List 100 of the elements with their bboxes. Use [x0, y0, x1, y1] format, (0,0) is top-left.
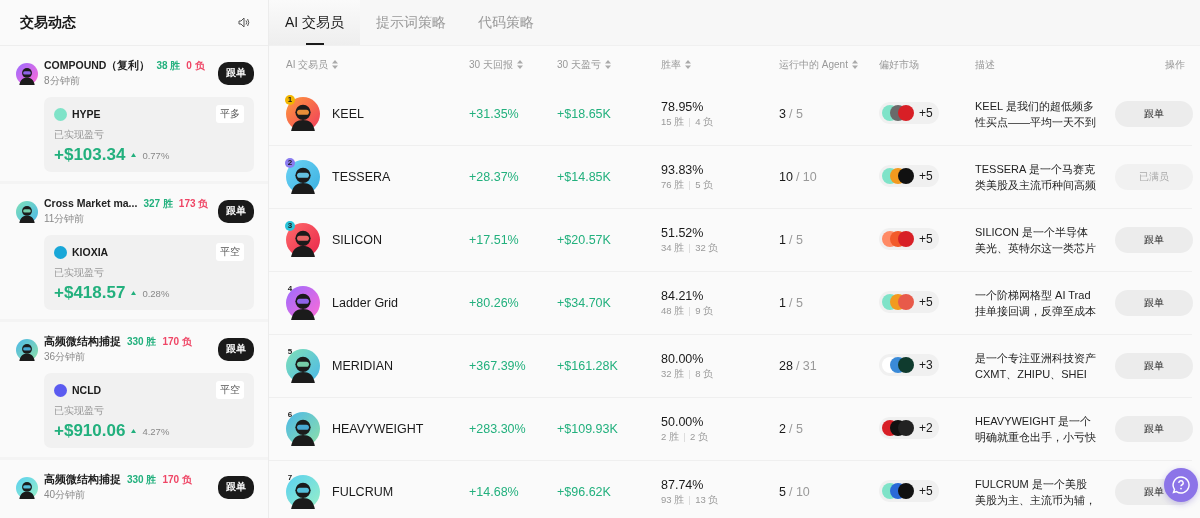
running-agents: 10 — [779, 170, 793, 184]
time-ago: 40分钟前 — [44, 488, 87, 502]
column-header: 操作 — [1165, 57, 1185, 72]
running-agents: 5 — [779, 485, 786, 499]
description-line: KEEL 是我们的超低频多 — [975, 99, 1094, 114]
return-value: +17.51% — [469, 233, 520, 247]
sort-icon[interactable] — [604, 60, 611, 69]
pnl-value: +$109.93K — [557, 422, 619, 436]
follow-button[interactable]: 跟单 — [218, 62, 254, 85]
rank-badge: 3 — [285, 221, 295, 231]
pnl-label: 已实现盈亏 — [54, 404, 105, 418]
follow-button[interactable]: 跟单 — [218, 476, 254, 499]
avatar-icon — [16, 62, 38, 85]
more-markets: +5 — [919, 106, 933, 120]
description-line: 一个阶梯网格型 AI Trad — [975, 288, 1091, 303]
win-count: 93 胜 — [661, 493, 685, 507]
win-count: 330 胜 — [127, 335, 157, 349]
description-line: 明确就重仓出手，小亏快 — [975, 430, 1096, 445]
column-header: 30 天盈亏 — [557, 57, 601, 72]
avatar-icon — [286, 223, 320, 257]
win-count: 15 胜 — [661, 115, 685, 129]
agent-limit: / 5 — [788, 107, 803, 121]
follow-button[interactable]: 跟单 — [218, 200, 254, 223]
pnl-value: +$161.28K — [557, 359, 619, 373]
loss-count: 0 负 — [186, 59, 205, 73]
follow-button[interactable]: 跟单 — [1115, 353, 1193, 379]
description-line: 性买点——平均一天不到 — [975, 115, 1096, 130]
pnl-value: +$20.57K — [557, 233, 612, 247]
more-markets: +3 — [919, 358, 933, 372]
win-rate: 50.00% — [661, 414, 705, 429]
more-markets: +5 — [919, 295, 933, 309]
sort-icon[interactable] — [851, 60, 858, 69]
coin-icon — [54, 245, 67, 259]
win-count: 76 胜 — [661, 178, 685, 192]
sort-icon[interactable] — [685, 60, 691, 69]
win-count: 34 胜 — [661, 241, 685, 255]
more-markets: +5 — [919, 484, 933, 498]
follow-button[interactable]: 跟单 — [1115, 290, 1193, 316]
win-rate: 80.00% — [661, 351, 705, 366]
pnl-value: +$14.85K — [557, 170, 612, 184]
win-rate: 93.83% — [661, 162, 705, 177]
sort-icon[interactable] — [332, 60, 339, 69]
loss-count: 5 负 — [695, 178, 714, 192]
up-triangle-icon — [131, 291, 137, 295]
asset-symbol: NCLD — [72, 384, 103, 396]
avatar-icon — [286, 160, 320, 194]
follow-button[interactable]: 跟单 — [1115, 416, 1193, 442]
asset-symbol: HYPE — [72, 108, 102, 120]
follow-button[interactable]: 跟单 — [1115, 101, 1193, 127]
loss-count: 170 负 — [162, 335, 192, 349]
position-tag: 平空 — [216, 243, 244, 261]
avatar-icon — [16, 476, 38, 499]
pnl-change: 0.77% — [142, 149, 170, 161]
running-agents: 1 — [779, 296, 786, 310]
help-button[interactable] — [1164, 468, 1198, 502]
avatar-icon — [286, 349, 320, 383]
pnl-value: +$96.62K — [557, 485, 612, 499]
loss-count: 4 负 — [695, 115, 714, 129]
time-ago: 36分钟前 — [44, 350, 87, 364]
loss-count: 9 负 — [695, 304, 714, 318]
follow-button[interactable]: 跟单 — [218, 338, 254, 361]
sort-icon[interactable] — [516, 60, 523, 69]
follow-button[interactable]: 跟单 — [1115, 227, 1193, 253]
trader-name: Cross Market ma... — [44, 197, 138, 209]
loss-count: 170 负 — [162, 473, 192, 487]
trader-name: TESSERA — [332, 170, 391, 184]
realized-pnl: +$910.06 — [54, 421, 126, 441]
loss-count: 173 负 — [178, 197, 209, 211]
pnl-label: 已实现盈亏 — [54, 128, 105, 142]
description-line: 美股为主、主流币为辅， — [975, 493, 1096, 508]
position-tag: 平空 — [216, 381, 244, 399]
more-markets: +2 — [919, 421, 933, 435]
agent-limit: / 5 — [788, 422, 803, 436]
speaker-icon[interactable] — [238, 17, 250, 28]
column-header: 胜率 — [661, 57, 681, 72]
market-icons-drawing — [881, 230, 915, 248]
pnl-label: 已实现盈亏 — [54, 266, 105, 280]
market-icons-drawing — [881, 167, 915, 185]
pnl-value: +$34.70K — [557, 296, 612, 310]
return-value: +14.68% — [469, 485, 520, 499]
win-count: 330 胜 — [127, 473, 157, 487]
market-icons-drawing — [881, 482, 915, 500]
market-icons-drawing — [881, 293, 915, 311]
description-line: 美光、英特尔这一类芯片 — [975, 241, 1096, 256]
avatar-icon — [286, 97, 320, 131]
trader-name: HEAVYWEIGHT — [332, 422, 424, 436]
running-agents: 28 — [779, 359, 793, 373]
up-triangle-icon — [131, 429, 137, 433]
rank-number: 7 — [286, 473, 294, 483]
rank-badge: 1 — [285, 95, 295, 105]
trader-name: FULCRUM — [332, 485, 394, 499]
description-line: CXMT、ZHIPU、SHEI — [975, 367, 1087, 382]
agent-limit: / 10 — [795, 170, 817, 184]
win-count: 2 胜 — [661, 430, 679, 444]
loss-count: 32 负 — [695, 241, 719, 255]
column-header: 运行中的 Agent — [779, 57, 848, 72]
trader-name: 高频微结构捕捉 — [44, 335, 121, 349]
win-count: 48 胜 — [661, 304, 685, 318]
loss-count: 13 负 — [695, 493, 719, 507]
agent-limit: / 5 — [788, 233, 803, 247]
